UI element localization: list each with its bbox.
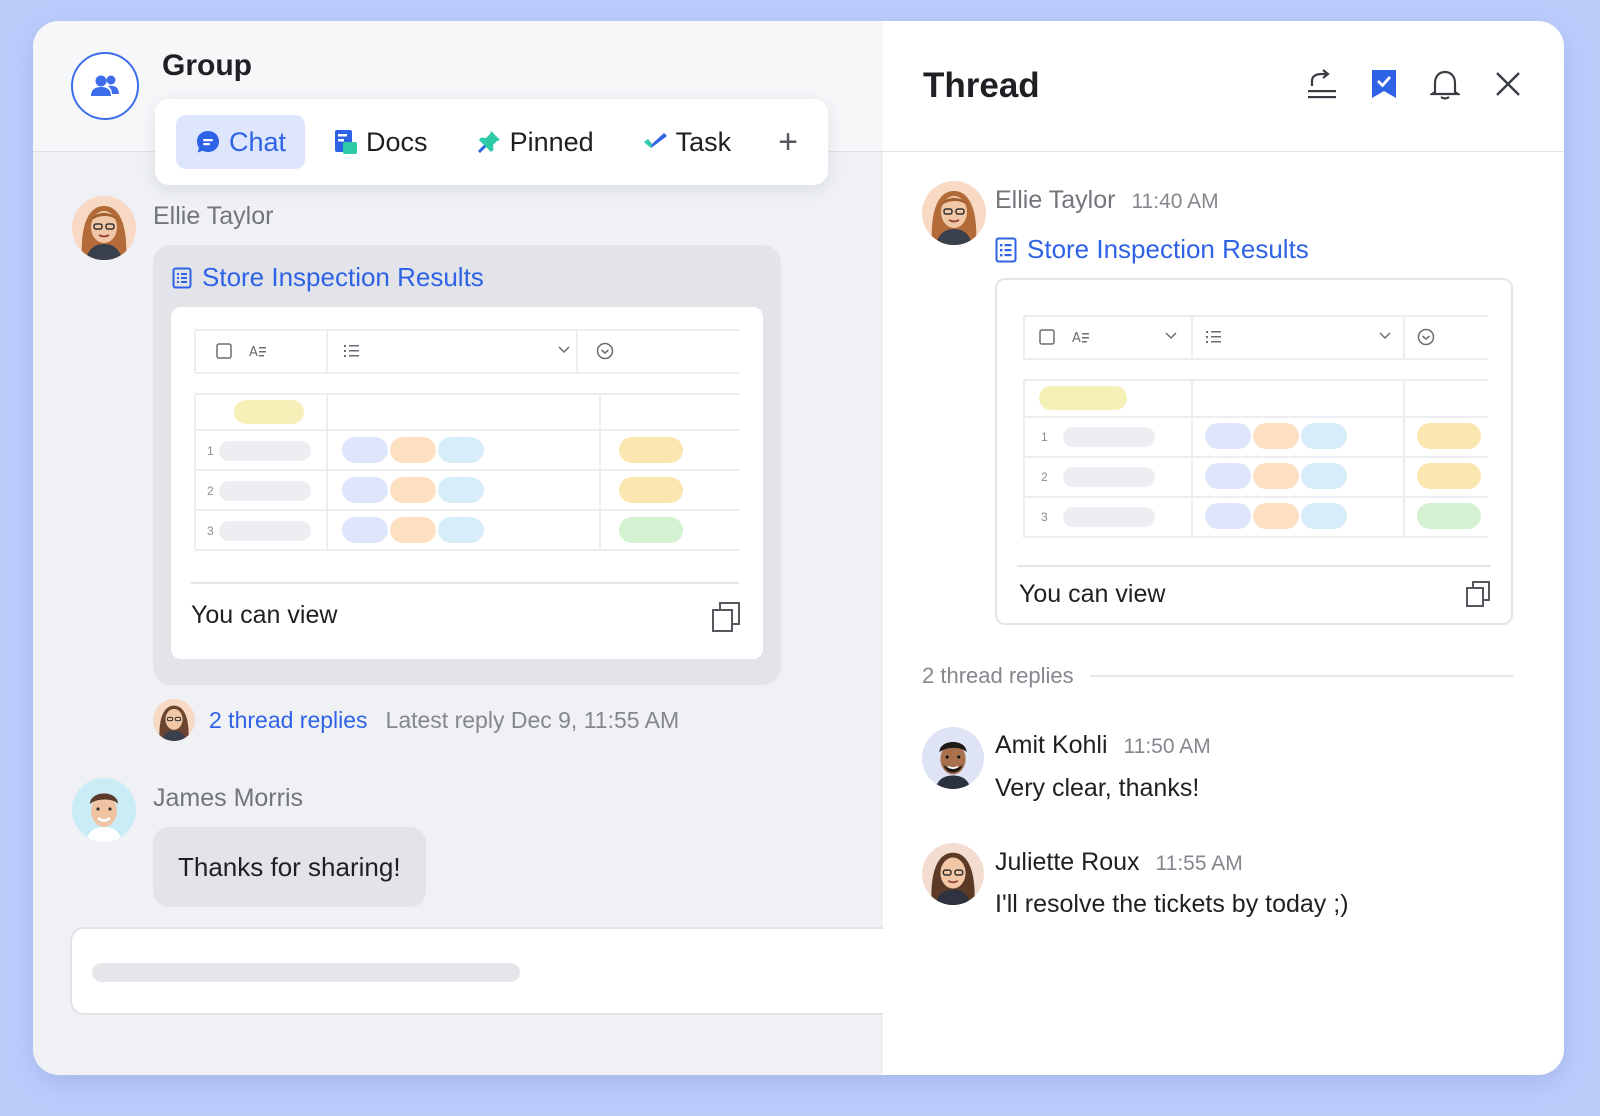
share-icon[interactable] — [1305, 67, 1339, 101]
thread-title: Thread — [923, 66, 1040, 105]
doc-preview: A 1 2 3 You can view — [171, 307, 763, 659]
checkbox-icon — [1039, 329, 1055, 345]
table-preview: A 1 2 3 — [171, 307, 763, 577]
row-number: 1 — [1041, 430, 1048, 444]
chevron-down-icon — [1165, 332, 1177, 340]
avatar-james-morris[interactable] — [72, 778, 136, 842]
reply-header: Amit Kohli 11:50 AM — [995, 731, 1211, 760]
pin-icon — [477, 131, 500, 153]
thread-pane: Thread Ellie Taylor 11:40 AM Store Inspe… — [883, 21, 1564, 1075]
doc-footer-divider — [191, 582, 739, 584]
tab-pinned-label: Pinned — [509, 126, 594, 157]
copy-icon[interactable] — [1465, 580, 1491, 608]
status-column-icon — [596, 342, 614, 360]
thread-replies-count: 2 thread replies — [922, 663, 1074, 688]
thread-root-header: Ellie Taylor 11:40 AM — [995, 186, 1219, 215]
doc-title: Store Inspection Results — [202, 262, 484, 292]
composer-placeholder-bar — [92, 963, 520, 982]
doc-preview[interactable]: A 1 2 3 You can view — [995, 278, 1513, 625]
doc-permission: You can view — [1019, 580, 1166, 608]
reply-author: Amit Kohli — [995, 731, 1108, 759]
bell-icon[interactable] — [1428, 67, 1462, 101]
avatar-juliette-roux[interactable] — [922, 843, 984, 905]
copy-icon[interactable] — [711, 601, 741, 633]
doc-attachment-card[interactable]: Store Inspection Results A 1 2 3 You can… — [153, 245, 781, 685]
reply-author: Juliette Roux — [995, 848, 1140, 876]
reply-text: Very clear, thanks! — [995, 774, 1200, 802]
doc-footer-divider — [1017, 565, 1491, 567]
text-column-icon: A — [1072, 331, 1089, 345]
message-author: Ellie Taylor — [153, 202, 274, 230]
status-column-icon — [1417, 328, 1435, 346]
table-preview: A 1 2 3 — [997, 280, 1511, 550]
group-title: Group — [162, 49, 252, 82]
avatar-ellie-taylor[interactable] — [72, 196, 136, 260]
chevron-down-icon — [558, 346, 570, 354]
add-tab-button[interactable]: + — [778, 123, 798, 162]
bookmark-icon[interactable] — [1367, 67, 1401, 101]
reply-header: Juliette Roux 11:55 AM — [995, 848, 1243, 877]
message-time: 11:40 AM — [1131, 190, 1219, 213]
row-number: 1 — [207, 444, 214, 458]
doc-title: Store Inspection Results — [1027, 234, 1309, 264]
tab-docs[interactable]: Docs — [315, 115, 447, 169]
group-avatar[interactable] — [71, 52, 139, 120]
list-column-icon — [1206, 331, 1221, 343]
thread-replies-summary[interactable]: 2 thread replies Latest reply Dec 9, 11:… — [153, 699, 679, 741]
doc-link[interactable]: Store Inspection Results — [172, 262, 484, 293]
reply-text: I'll resolve the tickets by today ;) — [995, 890, 1349, 918]
chat-icon — [197, 131, 219, 153]
tab-chat-label: Chat — [229, 126, 287, 157]
group-icon — [91, 75, 119, 96]
row-number: 2 — [207, 484, 214, 498]
doc-permission: You can view — [191, 601, 338, 629]
row-number: 3 — [207, 524, 214, 538]
close-icon[interactable] — [1491, 67, 1525, 101]
tab-pinned[interactable]: Pinned — [457, 115, 613, 169]
tab-chat[interactable]: Chat — [176, 115, 306, 169]
thread-replies-link[interactable]: 2 thread replies — [209, 707, 368, 734]
avatar-ellie-taylor[interactable] — [922, 181, 986, 245]
reply-time: 11:55 AM — [1155, 852, 1243, 875]
message-author: James Morris — [153, 784, 304, 812]
thread-header: Thread — [883, 21, 1564, 152]
doc-link[interactable]: Store Inspection Results — [995, 234, 1309, 265]
reply-time: 11:50 AM — [1123, 735, 1211, 758]
tab-bar: Chat Docs Pinned Task + — [155, 99, 828, 185]
tab-task[interactable]: Task — [623, 115, 751, 169]
svg-text:A: A — [1072, 331, 1081, 345]
chat-window: Group Chat Docs Pinned Task + Ellie Tayl… — [33, 21, 1564, 1075]
message-composer[interactable] — [70, 927, 930, 1015]
row-number: 2 — [1041, 470, 1048, 484]
chat-pane: Group Chat Docs Pinned Task + Ellie Tayl… — [33, 21, 930, 1075]
reply-avatar — [153, 699, 195, 741]
chevron-down-icon — [1379, 332, 1391, 340]
latest-reply-time: Latest reply Dec 9, 11:55 AM — [385, 706, 680, 733]
avatar-amit-kohli[interactable] — [922, 727, 984, 789]
docs-icon — [335, 130, 358, 154]
message-author: Ellie Taylor — [995, 186, 1116, 214]
document-icon — [172, 267, 192, 288]
svg-text:A: A — [249, 345, 258, 359]
row-number: 3 — [1041, 510, 1048, 524]
check-icon — [643, 133, 667, 148]
thread-replies-divider: 2 thread replies — [922, 663, 1513, 689]
list-column-icon — [344, 345, 359, 357]
tab-task-label: Task — [675, 126, 732, 157]
text-column-icon: A — [249, 345, 266, 359]
message-bubble: Thanks for sharing! — [153, 827, 426, 907]
tab-docs-label: Docs — [366, 126, 428, 157]
document-icon — [995, 237, 1017, 262]
checkbox-icon — [216, 343, 232, 359]
